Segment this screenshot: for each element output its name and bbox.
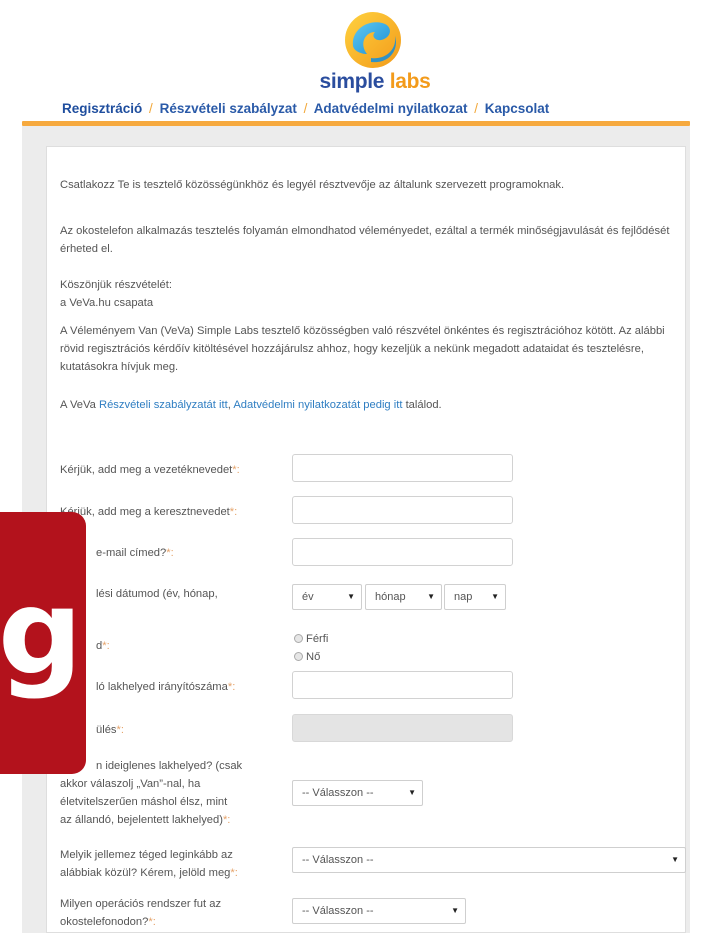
birth-year-select[interactable]: év ▼ <box>292 584 362 610</box>
required-mark: *: <box>232 464 240 476</box>
describe-label-line-2: alábbiak közül? Kérem, jelöld meg <box>60 867 231 879</box>
required-mark: *: <box>148 916 156 928</box>
nav-participation-rules[interactable]: Részvételi szabályzat <box>160 101 297 116</box>
describe-label-line-1: Melyik jellemez téged leginkább az <box>60 849 233 861</box>
required-mark: *: <box>229 506 238 518</box>
intro-paragraph-4: A Véleményem Van (VeVa) Simple Labs tesz… <box>60 325 665 373</box>
nav-separator: / <box>149 101 153 116</box>
firstname-label-text: Kérjük, add meg a keresztnevedet <box>60 506 230 518</box>
required-mark: *: <box>116 724 124 736</box>
describe-value: -- Válasszon -- <box>302 854 374 866</box>
birth-day-value: nap <box>454 591 473 603</box>
required-mark: *: <box>230 867 238 879</box>
city-label: ülés*: <box>96 721 316 739</box>
zip-label-text: ló lakhelyed irányítószáma <box>96 681 228 693</box>
birth-month-value: hónap <box>375 591 406 603</box>
participation-rules-link[interactable]: Részvételi szabályzatát itt <box>99 399 228 411</box>
birthdate-label: lési dátumod (év, hónap, <box>96 588 218 600</box>
birth-day-select[interactable]: nap ▼ <box>444 584 506 610</box>
temp-label-line-2: akkor válaszolj „Van”-nal, ha <box>60 778 201 790</box>
dropdown-arrow-icon: ▼ <box>671 855 679 864</box>
radio-button-icon[interactable] <box>294 652 303 661</box>
nav-privacy-policy[interactable]: Adatvédelmi nyilatkozat <box>314 101 468 116</box>
lastname-input[interactable] <box>292 454 513 482</box>
simple-labs-logo-icon <box>345 12 401 68</box>
intro-p5-pre: A VeVa <box>60 399 99 411</box>
temp-label-line-1: n ideiglenes lakhelyed? (csak <box>96 760 243 772</box>
firstname-label: Kérjük, add meg a keresztnevedet*: <box>60 503 280 521</box>
zip-label: ló lakhelyed irányítószáma*: <box>96 678 316 696</box>
city-label-text: ülés <box>96 724 117 736</box>
radio-button-icon[interactable] <box>294 634 303 643</box>
os-label-line-1: Milyen operációs rendszer fut az <box>60 898 222 910</box>
temp-residence-value: -- Válasszon -- <box>302 787 374 799</box>
nav-registration[interactable]: Regisztráció <box>62 101 142 116</box>
lastname-label: Kérjük, add meg a vezetéknevedet*: <box>60 461 280 479</box>
required-mark: *: <box>222 814 231 826</box>
describe-select[interactable]: -- Válasszon -- ▼ <box>292 847 686 873</box>
brand-name-simple: simple <box>319 70 385 93</box>
top-navigation: Regisztráció / Részvételi szabályzat / A… <box>62 101 549 116</box>
intro-paragraph-5: A VeVa Részvételi szabályzatát itt, Adat… <box>60 396 680 414</box>
intro-p5-post: találod. <box>402 399 442 411</box>
required-mark: *: <box>166 547 174 559</box>
temp-label-line-3: életvitelszerűen máshol élsz, mint <box>60 796 228 808</box>
overlay-glyph: g <box>0 563 83 701</box>
email-label: e-mail címed?*: <box>96 544 316 562</box>
describe-label: Melyik jellemez téged leginkább az alább… <box>60 846 280 882</box>
dropdown-arrow-icon: ▼ <box>451 906 459 915</box>
brand-name-labs: labs <box>389 70 431 93</box>
temp-residence-select[interactable]: -- Válasszon -- ▼ <box>292 780 423 806</box>
temp-residence-label: n ideiglenes lakhelyed? (csak akkor vála… <box>60 757 280 829</box>
os-label: Milyen operációs rendszer fut az okostel… <box>60 895 280 931</box>
required-mark: *: <box>227 681 236 693</box>
nav-separator: / <box>474 101 479 116</box>
privacy-policy-link[interactable]: Adatvédelmi nyilatkozatát pedig itt <box>233 399 402 411</box>
city-input <box>292 714 513 742</box>
birth-year-value: év <box>302 591 314 603</box>
intro-paragraph-2: Az okostelefon alkalmazás tesztelés foly… <box>60 225 670 255</box>
dropdown-arrow-icon: ▼ <box>491 592 499 601</box>
intro-signature: a VeVa.hu csapata <box>60 297 154 309</box>
nav-separator: / <box>303 101 308 116</box>
intro-thanks-line: Köszönjük részvételét: <box>60 279 172 291</box>
os-value: -- Válasszon -- <box>302 905 374 917</box>
os-label-line-2: okostelefonodon? <box>60 916 149 928</box>
zip-input[interactable] <box>292 671 513 699</box>
gender-male-label: Férfi <box>306 633 329 645</box>
firstname-input[interactable] <box>292 496 513 524</box>
intro-paragraph-1: Csatlakozz Te is tesztelő közösségünkhöz… <box>60 179 565 191</box>
os-select[interactable]: -- Válasszon -- ▼ <box>292 898 466 924</box>
temp-label-line-4: az állandó, bejelentett lakhelyed) <box>60 814 223 826</box>
lastname-label-text: Kérjük, add meg a vezetéknevedet <box>60 464 233 476</box>
gender-option-female[interactable]: Nő <box>294 650 320 664</box>
gender-option-male[interactable]: Férfi <box>294 632 328 646</box>
dropdown-arrow-icon: ▼ <box>347 592 355 601</box>
birth-month-select[interactable]: hónap ▼ <box>365 584 442 610</box>
gender-label: d*: <box>96 637 316 655</box>
dropdown-arrow-icon: ▼ <box>427 592 435 601</box>
email-label-text: e-mail címed? <box>96 547 167 559</box>
brand-wordmark: simple labs <box>305 70 445 94</box>
nav-contact[interactable]: Kapcsolat <box>485 101 550 116</box>
red-overlay-badge: g <box>0 512 86 774</box>
dropdown-arrow-icon: ▼ <box>408 788 416 797</box>
intro-thanks: Köszönjük részvételét: a VeVa.hu csapata <box>60 276 680 312</box>
required-mark: *: <box>102 640 110 652</box>
header: simple labs Regisztráció / Részvételi sz… <box>0 0 712 120</box>
email-input[interactable] <box>292 538 513 566</box>
gender-female-label: Nő <box>306 651 321 663</box>
